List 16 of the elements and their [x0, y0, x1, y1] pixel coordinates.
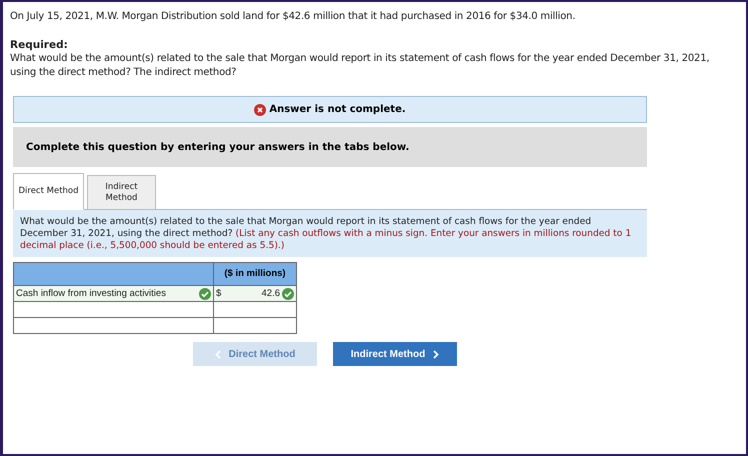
chevron-left-icon [214, 350, 221, 358]
required-label: Required: [10, 38, 69, 52]
problem-text: On July 15, 2021, M.W. Morgan Distribution sold land for $42.6 million that it had purchased in 2016 for $34.0 million. [10, 10, 576, 24]
chevron-right-icon [433, 350, 440, 358]
row-label: Cash inflow from investing activities [16, 288, 166, 299]
required-text: What would be the amount(s) related to the sale that Morgan would report in its statement of cash flows for the year ended December 31, 2021, using the direct method? The indirect method? [10, 52, 710, 80]
column-header: ($ in millions) [214, 262, 296, 286]
tab[interactable]: Direct Method [13, 173, 84, 210]
next-button[interactable]: Indirect Method [333, 342, 457, 366]
amount-field[interactable]: $ 42.6 [214, 286, 296, 302]
tab[interactable]: Indirect Method [87, 175, 156, 210]
amount-value: 42.6 [262, 288, 280, 299]
status-text: Answer is not complete. [269, 104, 406, 115]
currency-sign: $ [216, 288, 222, 299]
question-text: What would be the amount(s) related to the sale that Morgan would report in its statement of cash flows for the year ended December 31, 2021, using the direct method? (List any cash outflows with a minus sign. Enter your answers in millions rounded to 1 decimal place (i.e., 5,500,000 should be entered as 5.5).) [13, 210, 647, 257]
instructions-text: Complete this question by entering your answers in the tabs below. [26, 142, 410, 152]
